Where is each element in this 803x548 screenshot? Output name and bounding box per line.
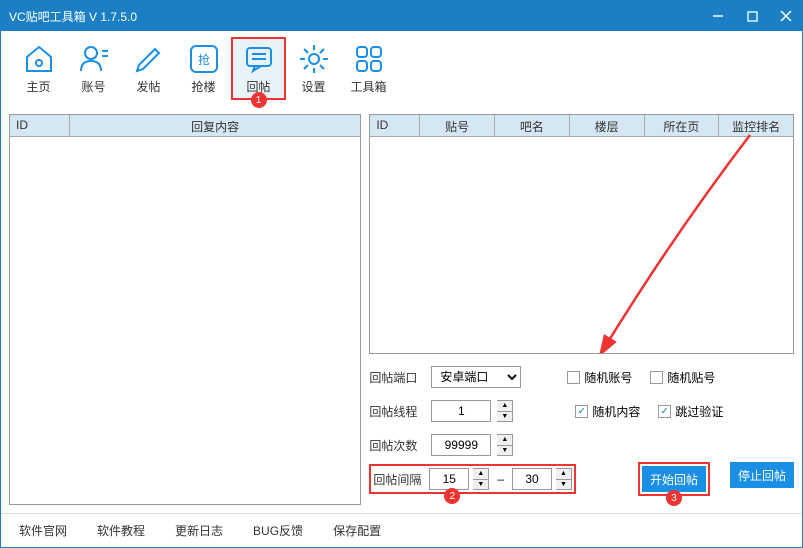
- spin-down-icon[interactable]: ▼: [497, 446, 512, 456]
- tool-reply[interactable]: 回帖 1: [231, 37, 286, 100]
- col-floor[interactable]: 楼层: [570, 115, 645, 136]
- reply-icon: [242, 42, 276, 76]
- minimize-button[interactable]: [710, 8, 726, 24]
- svg-text:抢: 抢: [197, 52, 209, 67]
- tool-post[interactable]: 发帖: [121, 37, 176, 100]
- account-icon: [77, 42, 111, 76]
- tool-toolbox[interactable]: 工具箱: [341, 37, 396, 100]
- col-reply-content[interactable]: 回复内容: [70, 115, 360, 136]
- step-badge-2: 2: [444, 488, 460, 504]
- tool-account[interactable]: 账号: [66, 37, 121, 100]
- footer-bug[interactable]: BUG反馈: [253, 522, 303, 539]
- step-badge-1: 1: [251, 92, 267, 108]
- tool-label: 工具箱: [350, 78, 386, 95]
- skip-verify-check[interactable]: ✓跳过验证: [658, 403, 723, 420]
- maximize-icon: [747, 11, 758, 22]
- minimize-icon: [712, 10, 724, 22]
- footer-tutorial[interactable]: 软件教程: [97, 522, 145, 539]
- col-tiehao[interactable]: 贴号: [420, 115, 495, 136]
- close-button[interactable]: [778, 8, 794, 24]
- content-area: ID 回复内容 ID 贴号 吧名 楼层 所在页 监控排名: [1, 106, 802, 513]
- tool-home[interactable]: 主页: [11, 37, 66, 100]
- toolbox-icon: [352, 42, 386, 76]
- maximize-button[interactable]: [744, 8, 760, 24]
- spin-down-icon[interactable]: ▼: [473, 480, 488, 490]
- table-header: ID 回复内容: [10, 115, 360, 137]
- spin-down-icon[interactable]: ▼: [556, 480, 571, 490]
- home-icon: [22, 42, 56, 76]
- stop-button[interactable]: 停止回帖: [730, 462, 794, 488]
- tool-label: 账号: [81, 78, 105, 95]
- port-row: 回帖端口 安卓端口 随机账号 随机贴号: [369, 364, 794, 390]
- tool-label: 主页: [26, 78, 50, 95]
- random-account-check[interactable]: 随机账号: [567, 369, 632, 386]
- step-badge-3: 3: [666, 490, 682, 506]
- spin-up-icon[interactable]: ▲: [473, 469, 488, 480]
- count-row: 回帖次数 ▲▼: [369, 432, 794, 458]
- count-input[interactable]: [431, 434, 491, 456]
- col-id[interactable]: ID: [10, 115, 70, 136]
- thread-row: 回帖线程 ▲▼ ✓随机内容 ✓跳过验证: [369, 398, 794, 424]
- annotation-arrow: [570, 120, 770, 354]
- titlebar: VC贴吧工具箱 V 1.7.5.0: [1, 1, 802, 31]
- table-header: ID 贴号 吧名 楼层 所在页 监控排名: [370, 115, 793, 137]
- tool-label: 抢楼: [191, 78, 215, 95]
- spin-up-icon[interactable]: ▲: [556, 469, 571, 480]
- col-id[interactable]: ID: [370, 115, 420, 136]
- right-panel: ID 贴号 吧名 楼层 所在页 监控排名 回帖端口 安卓端口 随机账: [369, 114, 794, 505]
- post-icon: [132, 42, 166, 76]
- monitor-table: ID 贴号 吧名 楼层 所在页 监控排名: [369, 114, 794, 354]
- checkbox-icon: [650, 371, 663, 384]
- tool-label: 设置: [301, 78, 325, 95]
- thread-label: 回帖线程: [369, 403, 425, 420]
- count-label: 回帖次数: [369, 437, 425, 454]
- button-row: 开始回帖 3 停止回帖: [638, 462, 794, 496]
- footer-save[interactable]: 保存配置: [333, 522, 381, 539]
- count-spinner[interactable]: ▲▼: [497, 434, 513, 456]
- footer: 软件官网 软件教程 更新日志 BUG反馈 保存配置: [1, 513, 802, 547]
- check-group-2: ✓随机内容 ✓跳过验证: [575, 403, 723, 420]
- col-page[interactable]: 所在页: [645, 115, 720, 136]
- interval-min-spinner[interactable]: ▲▼: [473, 468, 489, 490]
- settings-icon: [297, 42, 331, 76]
- reply-content-table: ID 回复内容: [9, 114, 361, 505]
- random-content-check[interactable]: ✓随机内容: [575, 403, 640, 420]
- interval-redbox: 回帖间隔 ▲▼ – ▲▼ 2: [369, 464, 576, 494]
- thread-spinner[interactable]: ▲▼: [497, 400, 513, 422]
- random-post-check[interactable]: 随机贴号: [650, 369, 715, 386]
- close-icon: [780, 10, 792, 22]
- interval-max-input[interactable]: [512, 468, 552, 490]
- tool-label: 发帖: [136, 78, 160, 95]
- spin-up-icon[interactable]: ▲: [497, 401, 512, 412]
- main-toolbar: 主页 账号 发帖 抢 抢楼 回帖 1: [1, 31, 802, 106]
- checkbox-icon: [567, 371, 580, 384]
- interval-label: 回帖间隔: [373, 471, 425, 488]
- check-group-1: 随机账号 随机贴号: [567, 369, 715, 386]
- tool-settings[interactable]: 设置: [286, 37, 341, 100]
- col-rank[interactable]: 监控排名: [719, 115, 793, 136]
- checkbox-icon: ✓: [658, 405, 671, 418]
- interval-min-input[interactable]: [429, 468, 469, 490]
- interval-max-spinner[interactable]: ▲▼: [556, 468, 572, 490]
- port-select[interactable]: 安卓端口: [431, 366, 521, 388]
- interval-separator: –: [493, 472, 508, 486]
- spin-up-icon[interactable]: ▲: [497, 435, 512, 446]
- grab-icon: 抢: [187, 42, 221, 76]
- start-redbox: 开始回帖 3: [638, 462, 710, 496]
- tool-grab[interactable]: 抢 抢楼: [176, 37, 231, 100]
- col-baming[interactable]: 吧名: [495, 115, 570, 136]
- start-button[interactable]: 开始回帖: [642, 466, 706, 492]
- thread-input[interactable]: [431, 400, 491, 422]
- checkbox-icon: ✓: [575, 405, 588, 418]
- footer-website[interactable]: 软件官网: [19, 522, 67, 539]
- interval-row: 回帖间隔 ▲▼ – ▲▼ 2 开始回帖 3 停止回帖: [369, 466, 794, 492]
- window-title: VC贴吧工具箱 V 1.7.5.0: [9, 8, 710, 25]
- window-controls: [710, 8, 794, 24]
- controls: 回帖端口 安卓端口 随机账号 随机贴号 回帖线程 ▲▼ ✓随机内容 ✓跳过验证: [369, 360, 794, 496]
- spin-down-icon[interactable]: ▼: [497, 412, 512, 422]
- footer-changelog[interactable]: 更新日志: [175, 522, 223, 539]
- app-window: VC贴吧工具箱 V 1.7.5.0 主页 账号: [0, 0, 803, 548]
- port-label: 回帖端口: [369, 369, 425, 386]
